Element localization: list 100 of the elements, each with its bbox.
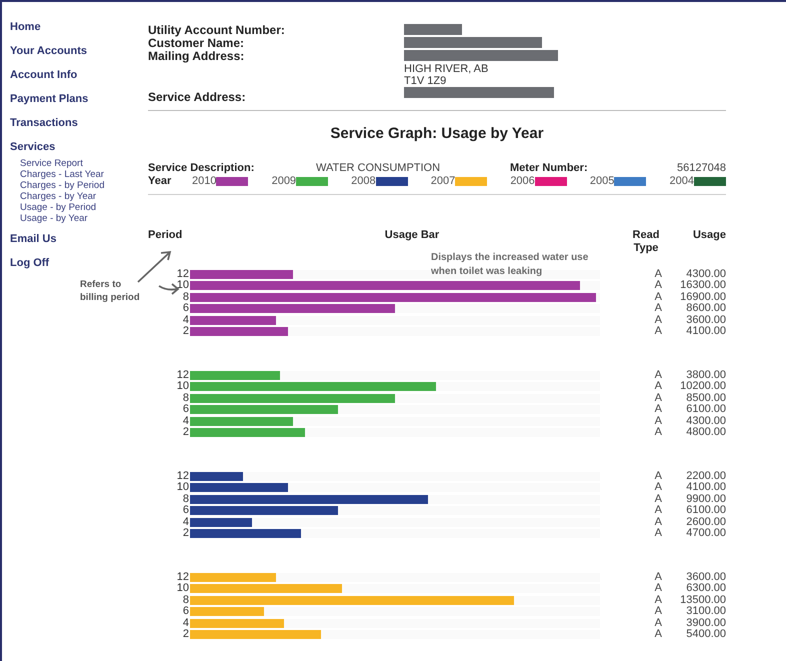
period-label: 6	[182, 505, 189, 516]
usage-value: 13500.00	[680, 594, 726, 606]
read-type: A	[654, 292, 662, 303]
usage-value: 4100.00	[686, 482, 726, 494]
nav-link[interactable]: Payment Plans	[10, 92, 148, 106]
read-type: A	[654, 392, 662, 404]
nav-link[interactable]: Home	[10, 20, 148, 34]
graph-title: Service Graph: Usage by Year	[329, 124, 545, 144]
read-type: A	[654, 618, 662, 629]
period-label: 12	[176, 572, 189, 583]
period-label: 6	[182, 606, 189, 618]
meter-number: 56127048	[677, 162, 726, 174]
nav-sublink[interactable]: Service Report	[20, 158, 130, 169]
nav-link[interactable]: Log Off	[10, 256, 148, 270]
read-type: A	[654, 370, 662, 381]
nav-sublink[interactable]: Charges - by Period	[20, 180, 130, 191]
nav-sublink[interactable]: Usage - by Period	[20, 202, 130, 213]
read-type: A	[654, 427, 662, 438]
usage-value: 8500.00	[686, 392, 726, 404]
field-label: Mailing Address:	[148, 50, 246, 65]
description-label: Service Description:	[148, 162, 256, 174]
usage-value: 4700.00	[686, 528, 726, 540]
usage-value: 4800.00	[686, 427, 726, 438]
legend-year: 2004	[669, 174, 694, 188]
usage-value: 16300.00	[680, 280, 726, 292]
period-label: 8	[182, 292, 189, 303]
nav-sublink[interactable]: Charges - Last Year	[20, 169, 130, 180]
period-label: 2	[182, 427, 189, 438]
period-label: 2	[182, 326, 189, 338]
usage-value: 5400.00	[686, 629, 726, 640]
read-type: A	[654, 482, 662, 494]
column-header: Usage	[692, 228, 726, 242]
legend-year: 2010	[192, 174, 216, 188]
annotation-note: Refers to billing period	[80, 278, 141, 304]
usage-value: 3600.00	[686, 572, 726, 583]
address-line: HIGH RIVER, AB	[404, 63, 490, 75]
usage-value: 2600.00	[686, 516, 726, 528]
address-line: T1V 1Z9	[404, 75, 448, 87]
read-type: A	[654, 505, 662, 516]
read-type: A	[654, 494, 662, 505]
usage-value: 3900.00	[686, 618, 726, 629]
field-label: Service Address:	[148, 91, 247, 104]
annotation-note: Displays the increased water use when toilet was leaking	[431, 250, 590, 278]
meter-label: Meter Number:	[510, 162, 588, 174]
column-header: Read Type	[632, 228, 660, 254]
read-type: A	[654, 381, 662, 392]
read-type: A	[654, 528, 662, 540]
usage-value: 2200.00	[686, 470, 726, 482]
nav-link[interactable]: Email Us	[10, 232, 148, 246]
usage-value: 6100.00	[686, 404, 726, 416]
nav-link[interactable]: Account Info	[10, 68, 148, 82]
period-label: 10	[176, 381, 189, 392]
field-label: Utility Account Number:	[148, 24, 286, 37]
usage-value: 9900.00	[686, 494, 726, 505]
read-type: A	[654, 516, 662, 528]
column-header: Period	[148, 228, 184, 242]
read-type: A	[654, 572, 662, 583]
read-type: A	[654, 303, 662, 314]
nav-sublink[interactable]: Charges - by Year	[20, 191, 130, 202]
usage-value: 3600.00	[686, 314, 726, 326]
period-label: 12	[176, 268, 189, 280]
read-type: A	[654, 404, 662, 416]
nav-link[interactable]: Your Accounts	[10, 44, 148, 58]
read-type: A	[654, 280, 662, 292]
redaction-bar	[404, 24, 462, 35]
nav-sublink[interactable]: Usage - by Year	[20, 213, 130, 224]
period-label: 6	[182, 404, 189, 416]
legend-year: 2009	[272, 174, 296, 188]
period-label: 10	[176, 280, 189, 292]
period-label: 2	[182, 629, 189, 640]
period-label: 4	[182, 618, 189, 629]
period-label: 12	[176, 370, 189, 381]
usage-value: 8600.00	[686, 303, 726, 314]
field-label: Customer Name:	[148, 37, 246, 50]
year-label: Year	[148, 174, 172, 188]
usage-value: 6300.00	[686, 583, 726, 594]
read-type: A	[654, 268, 662, 280]
legend-year: 2007	[430, 174, 456, 188]
usage-value: 16900.00	[680, 292, 726, 303]
period-label: 2	[182, 528, 189, 540]
period-label: 8	[182, 494, 189, 505]
period-label: 6	[182, 303, 189, 314]
legend-year: 2005	[590, 174, 614, 188]
usage-value: 6100.00	[686, 505, 726, 516]
usage-value: 3100.00	[686, 606, 726, 618]
usage-value: 4300.00	[686, 416, 726, 427]
usage-value: 3800.00	[686, 370, 726, 381]
column-header: Usage Bar	[384, 228, 440, 242]
period-label: 8	[182, 392, 189, 404]
period-label: 10	[176, 482, 189, 494]
period-label: 4	[182, 416, 189, 427]
read-type: A	[654, 594, 662, 606]
read-type: A	[654, 470, 662, 482]
nav-link[interactable]: Transactions	[10, 116, 148, 130]
read-type: A	[654, 629, 662, 640]
legend-year: 2006	[510, 174, 535, 188]
usage-value: 4100.00	[686, 326, 726, 338]
period-label: 4	[182, 314, 189, 326]
description-value: WATER CONSUMPTION	[316, 162, 442, 174]
nav-link[interactable]: Services	[10, 140, 148, 154]
